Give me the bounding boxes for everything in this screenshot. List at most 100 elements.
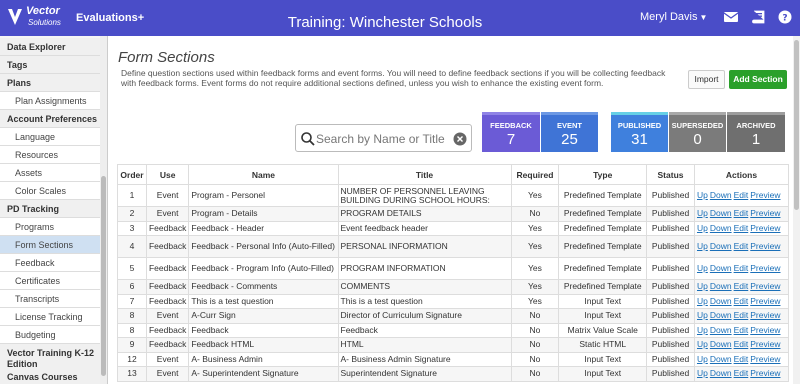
action-edit-link[interactable]: Edit <box>734 190 749 200</box>
action-up-link[interactable]: Up <box>697 281 708 291</box>
sidebar-item-account-preferences[interactable]: Account Preferences <box>0 110 100 128</box>
action-preview-link[interactable]: Preview <box>750 296 780 306</box>
book-icon[interactable] <box>751 10 767 24</box>
action-down-link[interactable]: Down <box>710 190 732 200</box>
cell-required: No <box>510 366 560 382</box>
action-edit-link[interactable]: Edit <box>734 223 749 233</box>
sidebar-item-tags[interactable]: Tags <box>0 56 100 74</box>
cell-actions: Up Down Edit Preview <box>693 220 790 236</box>
sidebar-scrollbar[interactable] <box>100 36 107 384</box>
column-header-status[interactable]: Status <box>646 164 695 185</box>
action-up-link[interactable]: Up <box>697 325 708 335</box>
column-header-name[interactable]: Name <box>188 164 339 185</box>
action-edit-link[interactable]: Edit <box>734 296 749 306</box>
action-down-link[interactable]: Down <box>710 263 732 273</box>
sidebar-item-form-sections[interactable]: Form Sections <box>0 236 100 254</box>
action-preview-link[interactable]: Preview <box>750 325 780 335</box>
sidebar-scrollbar-thumb[interactable] <box>101 176 106 376</box>
sidebar-item-plans[interactable]: Plans <box>0 74 100 92</box>
action-up-link[interactable]: Up <box>697 354 708 364</box>
action-down-link[interactable]: Down <box>710 296 732 306</box>
action-edit-link[interactable]: Edit <box>734 310 749 320</box>
column-header-required[interactable]: Required <box>510 164 560 185</box>
sidebar-item-plan-assignments[interactable]: Plan Assignments <box>0 92 100 110</box>
action-down-link[interactable]: Down <box>710 281 732 291</box>
action-up-link[interactable]: Up <box>697 241 708 251</box>
column-header-type[interactable]: Type <box>558 164 648 185</box>
action-up-link[interactable]: Up <box>697 296 708 306</box>
action-preview-link[interactable]: Preview <box>750 241 780 251</box>
sidebar-item-programs[interactable]: Programs <box>0 218 100 236</box>
action-up-link[interactable]: Up <box>697 368 708 378</box>
help-icon[interactable]: ? <box>777 10 793 24</box>
column-header-order[interactable]: Order <box>117 164 147 185</box>
action-edit-link[interactable]: Edit <box>734 281 749 291</box>
action-up-link[interactable]: Up <box>697 263 708 273</box>
import-button[interactable]: Import <box>688 70 725 89</box>
clear-search-icon[interactable] <box>453 132 467 146</box>
action-preview-link[interactable]: Preview <box>750 368 780 378</box>
page-scrollbar[interactable] <box>793 36 800 384</box>
mail-icon[interactable] <box>723 10 739 24</box>
sidebar-item-certificates[interactable]: Certificates <box>0 272 100 290</box>
action-preview-link[interactable]: Preview <box>750 310 780 320</box>
sidebar-item-color-scales[interactable]: Color Scales <box>0 182 100 200</box>
action-preview-link[interactable]: Preview <box>750 354 780 364</box>
sidebar-item-language[interactable]: Language <box>0 128 100 146</box>
action-up-link[interactable]: Up <box>697 208 708 218</box>
action-down-link[interactable]: Down <box>710 241 732 251</box>
action-edit-link[interactable]: Edit <box>734 354 749 364</box>
column-header-title[interactable]: Title <box>337 164 512 185</box>
sidebar-item-feedback[interactable]: Feedback <box>0 254 100 272</box>
action-down-link[interactable]: Down <box>710 310 732 320</box>
action-down-link[interactable]: Down <box>710 208 732 218</box>
action-edit-link[interactable]: Edit <box>734 368 749 378</box>
action-preview-link[interactable]: Preview <box>750 208 780 218</box>
user-menu[interactable]: Meryl Davis ▼ <box>640 11 707 23</box>
cell-order: 13 <box>117 366 147 382</box>
tile-event[interactable]: EVENT 25 <box>541 112 598 152</box>
action-edit-link[interactable]: Edit <box>734 325 749 335</box>
sidebar-item-budgeting[interactable]: Budgeting <box>0 326 100 344</box>
sidebar-item-transcripts[interactable]: Transcripts <box>0 290 100 308</box>
add-section-button[interactable]: Add Section <box>729 70 787 89</box>
action-up-link[interactable]: Up <box>697 310 708 320</box>
cell-type: Static HTML <box>558 337 648 353</box>
action-up-link[interactable]: Up <box>697 190 708 200</box>
page-scrollbar-thumb[interactable] <box>794 40 799 210</box>
action-down-link[interactable]: Down <box>710 339 732 349</box>
action-down-link[interactable]: Down <box>710 368 732 378</box>
action-preview-link[interactable]: Preview <box>750 339 780 349</box>
search-box[interactable]: Search by Name or Title <box>295 124 472 152</box>
sidebar-item-license-tracking[interactable]: License Tracking <box>0 308 100 326</box>
cell-required: No <box>510 322 560 338</box>
cell-order: 1 <box>117 184 147 207</box>
sidebar-item-resources[interactable]: Resources <box>0 146 100 164</box>
action-edit-link[interactable]: Edit <box>734 241 749 251</box>
cell-status: Published <box>646 257 695 280</box>
search-input[interactable]: Search by Name or Title <box>316 132 445 146</box>
action-edit-link[interactable]: Edit <box>734 208 749 218</box>
cell-use: Feedback <box>145 279 190 295</box>
sidebar-item-pd-tracking[interactable]: PD Tracking <box>0 200 100 218</box>
action-up-link[interactable]: Up <box>697 223 708 233</box>
tile-superseded[interactable]: SUPERSEDED 0 <box>669 112 726 152</box>
action-down-link[interactable]: Down <box>710 223 732 233</box>
column-header-use[interactable]: Use <box>145 164 190 185</box>
sidebar-item-assets[interactable]: Assets <box>0 164 100 182</box>
action-preview-link[interactable]: Preview <box>750 190 780 200</box>
action-preview-link[interactable]: Preview <box>750 223 780 233</box>
sidebar-item-data-explorer[interactable]: Data Explorer <box>0 38 100 56</box>
tile-feedback[interactable]: FEEDBACK 7 <box>482 112 540 152</box>
tile-published[interactable]: PUBLISHED 31 <box>611 112 668 152</box>
action-down-link[interactable]: Down <box>710 354 732 364</box>
action-preview-link[interactable]: Preview <box>750 281 780 291</box>
sidebar-item-canvas-courses[interactable]: Canvas Courses <box>0 368 100 384</box>
action-edit-link[interactable]: Edit <box>734 339 749 349</box>
action-down-link[interactable]: Down <box>710 325 732 335</box>
action-edit-link[interactable]: Edit <box>734 263 749 273</box>
action-up-link[interactable]: Up <box>697 339 708 349</box>
tile-count: 31 <box>631 131 648 148</box>
tile-archived[interactable]: ARCHIVED 1 <box>727 112 785 152</box>
action-preview-link[interactable]: Preview <box>750 263 780 273</box>
